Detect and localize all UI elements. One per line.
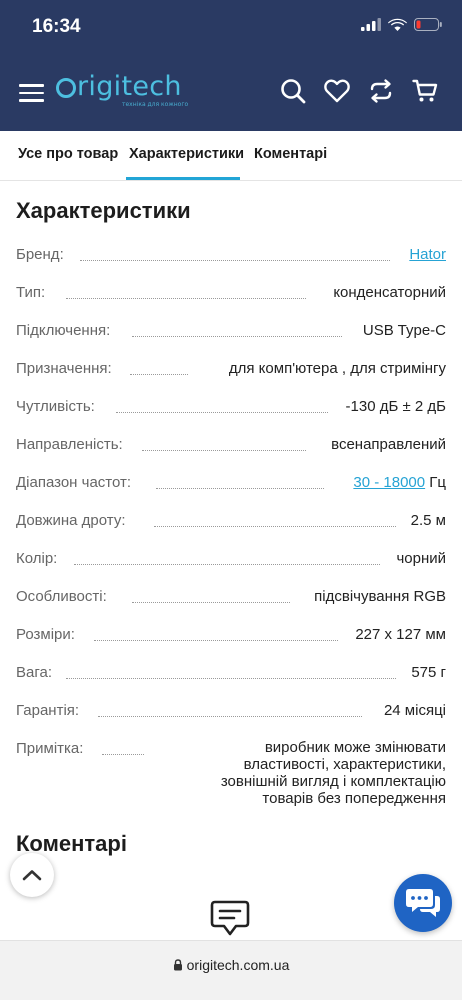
wifi-icon	[388, 18, 407, 31]
product-tabs: Усе про товар Характеристики Коментарі	[0, 131, 462, 181]
spec-label: Призначення:	[16, 360, 116, 377]
url-text: origitech.com.ua	[186, 957, 290, 973]
spec-row-warranty: Гарантія: 24 місяці	[16, 702, 446, 724]
feedback-icon[interactable]	[209, 898, 251, 938]
spec-row-frequency-range: Діапазон частот: 30 - 18000 Гц	[16, 474, 446, 496]
specs-title: Характеристики	[16, 198, 191, 223]
spec-row-features: Особливості: підсвічування RGB	[16, 588, 446, 610]
spec-value: всенаправлений	[327, 436, 446, 453]
spec-row-color: Колір: чорний	[16, 550, 446, 572]
battery-icon	[414, 17, 442, 31]
dotted-leader	[74, 564, 380, 565]
spec-label: Розміри:	[16, 626, 79, 643]
app-header: 16:34 rigitech техніка для кожного	[0, 0, 462, 131]
spec-label: Довжина дроту:	[16, 512, 130, 529]
dotted-leader	[132, 602, 290, 603]
spec-row-sensitivity: Чутливість: -130 дБ ± 2 дБ	[16, 398, 446, 420]
cart-icon[interactable]	[412, 78, 438, 104]
dotted-leader	[130, 374, 188, 375]
scroll-to-top-button[interactable]	[10, 853, 54, 897]
spec-value: чорний	[392, 550, 446, 567]
compare-icon[interactable]	[368, 78, 394, 104]
spec-label: Тип:	[16, 284, 50, 301]
spec-row-type: Тип: конденсаторний	[16, 284, 446, 306]
spec-row-cable-length: Довжина дроту: 2.5 м	[16, 512, 446, 534]
status-time: 16:34	[32, 16, 81, 37]
spec-value: 227 x 127 мм	[351, 626, 446, 643]
spec-row-directivity: Направленість: всенаправлений	[16, 436, 446, 458]
status-bar: 16:34	[0, 0, 462, 56]
spec-label: Бренд:	[16, 246, 68, 263]
dotted-leader	[156, 488, 324, 489]
dotted-leader	[94, 640, 338, 641]
brand-logo[interactable]: rigitech техніка для кожного	[56, 71, 188, 112]
spec-value: підсвічування RGB	[310, 588, 446, 605]
spec-label: Особливості:	[16, 588, 111, 605]
spec-label: Гарантія:	[16, 702, 84, 719]
spec-label: Колір:	[16, 550, 62, 567]
spec-value: конденсаторний	[329, 284, 446, 301]
dotted-leader	[132, 336, 342, 337]
spec-label: Підключення:	[16, 322, 115, 339]
spec-value-note: виробник може змінювати властивості, хар…	[172, 739, 446, 807]
tab-all-about-product[interactable]: Усе про товар	[18, 146, 118, 162]
active-tab-indicator	[126, 177, 240, 180]
spec-row-purpose: Призначення: для комп'ютера , для стримі…	[16, 360, 446, 382]
tab-comments[interactable]: Коментарі	[254, 146, 327, 162]
spec-value: 24 місяці	[379, 702, 446, 719]
browser-address-bar[interactable]: origitech.com.ua	[0, 940, 462, 1000]
lock-icon	[173, 959, 182, 971]
spec-row-connection: Підключення: USB Type-C	[16, 322, 446, 344]
spec-label: Примітка:	[16, 740, 88, 757]
dotted-leader	[102, 754, 144, 755]
spec-value: -130 дБ ± 2 дБ	[341, 398, 446, 415]
spec-value: 2.5 м	[406, 512, 446, 529]
chat-icon	[406, 889, 440, 917]
dotted-leader	[80, 260, 390, 261]
logo-tagline: техніка для кожного	[122, 101, 189, 108]
dotted-leader	[66, 298, 306, 299]
navbar: rigitech техніка для кожного	[0, 68, 462, 116]
spec-label: Направленість:	[16, 436, 127, 453]
spec-row-note: Примітка: виробник може змінювати власти…	[16, 739, 446, 810]
spec-row-brand: Бренд: Hator	[16, 246, 446, 268]
dotted-leader	[142, 450, 306, 451]
heart-icon[interactable]	[324, 78, 350, 104]
spec-row-dimensions: Розміри: 227 x 127 мм	[16, 626, 446, 648]
spec-value: 30 - 18000 Гц	[349, 474, 446, 491]
dotted-leader	[66, 678, 396, 679]
tab-characteristics[interactable]: Характеристики	[129, 146, 244, 162]
dotted-leader	[116, 412, 328, 413]
spec-value: USB Type-C	[358, 322, 446, 339]
chat-button[interactable]	[394, 874, 452, 932]
spec-label: Вага:	[16, 664, 56, 681]
dotted-leader	[98, 716, 362, 717]
menu-icon[interactable]	[19, 84, 44, 105]
logo-text: rigitech	[77, 71, 182, 102]
spec-label: Діапазон частот:	[16, 474, 136, 491]
brand-link[interactable]: Hator	[405, 246, 446, 263]
logo-mark	[56, 78, 76, 98]
signal-icon	[361, 17, 381, 31]
spec-value: 575 г	[407, 664, 446, 681]
chevron-up-icon	[22, 870, 42, 881]
dotted-leader	[154, 526, 396, 527]
frequency-link[interactable]: 30 - 18000	[353, 474, 425, 491]
spec-row-weight: Вага: 575 г	[16, 664, 446, 686]
search-icon[interactable]	[280, 78, 306, 104]
spec-label: Чутливість:	[16, 398, 99, 415]
frequency-unit: Гц	[429, 474, 446, 491]
spec-value: для комп'ютера , для стримінгу	[224, 360, 446, 377]
